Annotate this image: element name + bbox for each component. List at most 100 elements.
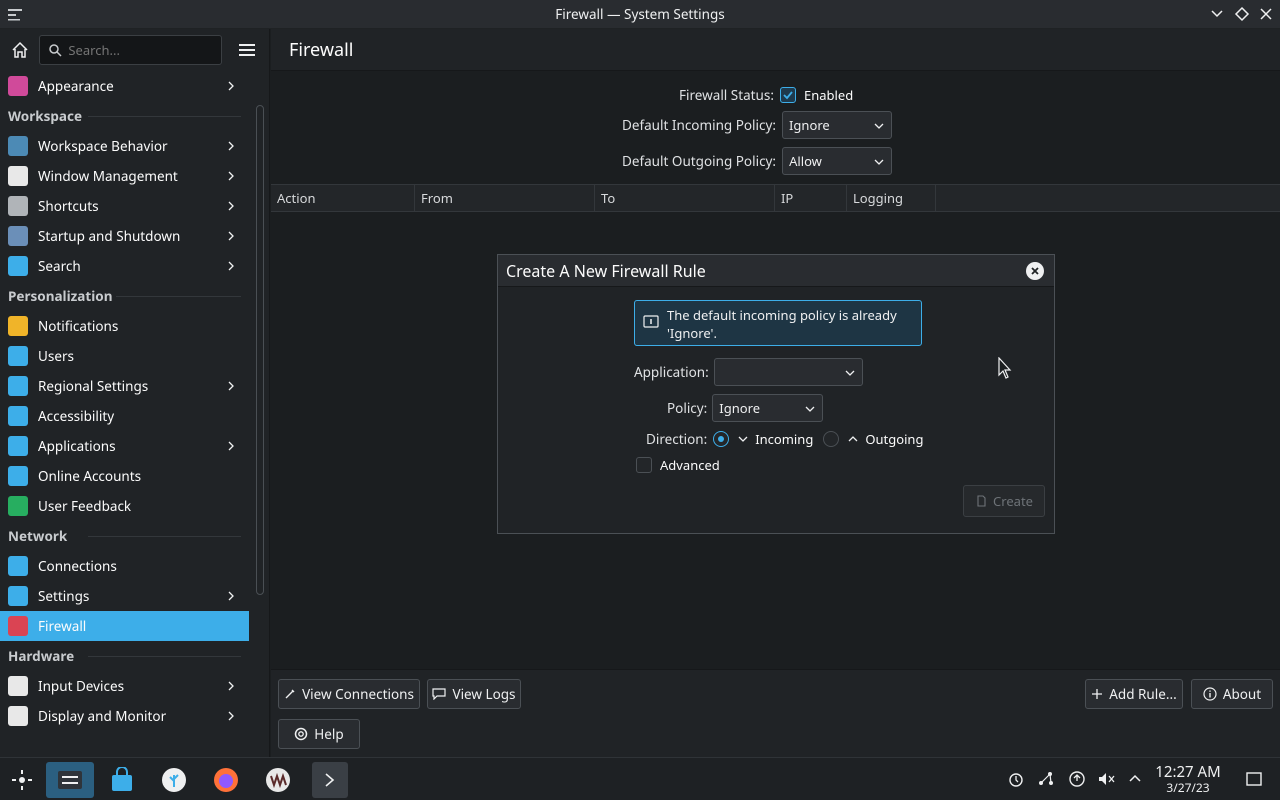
create-label: Create (993, 492, 1033, 510)
sidebar-item-notifications[interactable]: Notifications (0, 311, 249, 341)
alarm-icon[interactable] (1007, 770, 1025, 788)
plus-icon (1092, 689, 1103, 699)
sidebar-item-appearance[interactable]: Appearance (0, 71, 249, 101)
sidebar-item-workspace-behavior[interactable]: Workspace Behavior (0, 131, 249, 161)
add-rule-button[interactable]: Add Rule... (1085, 679, 1183, 709)
minimize-icon[interactable] (1208, 5, 1226, 23)
firefox-icon (214, 768, 238, 792)
app-launcher-button[interactable] (4, 762, 40, 798)
clock[interactable]: 12:27 AM 3/27/23 (1152, 764, 1224, 795)
chevron-right-icon (228, 171, 234, 181)
sidebar-item-shortcuts[interactable]: Shortcuts (0, 191, 249, 221)
sidebar-item-user-feedback[interactable]: User Feedback (0, 491, 249, 521)
hamburger-icon (239, 44, 256, 56)
dialog-close-button[interactable] (1026, 262, 1044, 280)
taskbar-coral[interactable] (156, 762, 192, 798)
appearance-icon (8, 76, 28, 96)
column-logging[interactable]: Logging (847, 185, 936, 211)
sidebar-item-startup-and-shutdown[interactable]: Startup and Shutdown (0, 221, 249, 251)
sidebar-item-label: Input Devices (38, 677, 125, 695)
taskbar-firefox[interactable] (208, 762, 244, 798)
sidebar-item-label: Notifications (38, 317, 119, 335)
advanced-checkbox[interactable] (636, 457, 652, 473)
sidebar-item-users[interactable]: Users (0, 341, 249, 371)
close-window-icon[interactable] (1257, 5, 1275, 23)
add-rule-label: Add Rule... (1109, 685, 1177, 703)
incoming-policy-label: Default Incoming Policy: (622, 116, 777, 134)
chevron-right-icon (228, 231, 234, 241)
policy-select[interactable]: Ignore (712, 394, 824, 422)
window-icon (8, 166, 28, 186)
sidebar-item-input-devices[interactable]: Input Devices (0, 671, 249, 701)
advanced-label: Advanced (660, 456, 720, 474)
outgoing-policy-row: Default Outgoing Policy: Allow (622, 147, 893, 175)
search-field[interactable] (39, 35, 222, 65)
sidebar-item-label: Display and Monitor (38, 707, 167, 725)
globe-icon (8, 556, 28, 576)
firewall-enabled-checkbox[interactable] (779, 87, 796, 103)
volume-muted-icon[interactable] (1097, 770, 1115, 788)
view-logs-label: View Logs (452, 685, 516, 703)
hamburger-menu-button[interactable] (234, 36, 261, 64)
checkmark-icon (783, 91, 793, 100)
info-message: The default incoming policy is already '… (634, 300, 922, 346)
vm-icon (266, 768, 290, 792)
taskbar-discover[interactable] (104, 762, 140, 798)
taskbar-vm-app[interactable] (260, 762, 296, 798)
page-title: Firewall (289, 37, 354, 62)
chevron-down-icon (738, 436, 748, 442)
sidebar-item-regional-settings[interactable]: Regional Settings (0, 371, 249, 401)
column-from[interactable]: From (415, 185, 595, 211)
chevron-up-icon (848, 436, 858, 442)
incoming-label: Incoming (755, 430, 814, 448)
sidebar-item-label: Connections (38, 557, 117, 575)
sidebar-item-display-and-monitor[interactable]: Display and Monitor (0, 701, 249, 731)
firewall-status-label: Firewall Status: (679, 86, 774, 104)
help-button[interactable]: Help (278, 719, 360, 749)
sidebar-scrollbar[interactable] (256, 105, 264, 595)
outgoing-policy-select[interactable]: Allow (782, 147, 893, 175)
show-desktop-icon[interactable] (1245, 770, 1263, 788)
application-select[interactable] (713, 358, 863, 386)
about-button[interactable]: About (1191, 679, 1273, 709)
sidebar-item-firewall[interactable]: Firewall (0, 611, 249, 641)
sidebar-item-settings[interactable]: Settings (0, 581, 249, 611)
sidebar-item-window-management[interactable]: Window Management (0, 161, 249, 191)
chevron-down-icon (805, 406, 815, 412)
search-input[interactable] (68, 41, 219, 59)
sidebar-item-connections[interactable]: Connections (0, 551, 249, 581)
sidebar: Appearance Workspace Workspace Behavior Win… (0, 29, 270, 757)
online-accounts-icon (8, 466, 28, 486)
incoming-radio[interactable] (713, 431, 730, 447)
settings-app-icon (58, 771, 82, 789)
sidebar-item-accessibility[interactable]: Accessibility (0, 401, 249, 431)
chevron-down-icon (874, 159, 884, 165)
policy-label: Policy: (667, 399, 708, 417)
sidebar-item-label: Settings (38, 587, 90, 605)
taskbar-system-settings[interactable] (46, 762, 94, 798)
column-action[interactable]: Action (271, 185, 415, 211)
column-ip[interactable]: IP (775, 185, 847, 211)
incoming-policy-select[interactable]: Ignore (782, 111, 893, 139)
sidebar-item-search[interactable]: Search (0, 251, 249, 281)
window-menu-icon[interactable] (6, 5, 24, 23)
home-button[interactable] (8, 38, 31, 62)
taskbar-terminal[interactable] (312, 762, 348, 798)
outgoing-radio[interactable] (823, 431, 840, 447)
kde-connect-icon[interactable] (1037, 770, 1055, 788)
column-to[interactable]: To (595, 185, 775, 211)
search-icon (49, 44, 62, 57)
info-message-text: The default incoming policy is already '… (667, 306, 897, 342)
rules-table-header: Action From To IP Logging (271, 184, 1280, 212)
create-button[interactable]: Create (963, 485, 1045, 517)
sidebar-item-applications[interactable]: Applications (0, 431, 249, 461)
sidebar-item-online-accounts[interactable]: Online Accounts (0, 461, 249, 491)
network-icon[interactable] (1068, 770, 1086, 788)
mouse-pointer-icon (998, 357, 1012, 379)
outgoing-label: Outgoing (865, 430, 924, 448)
chevron-up-icon[interactable] (1126, 770, 1144, 788)
view-connections-button[interactable]: View Connections (278, 679, 420, 709)
view-logs-button[interactable]: View Logs (427, 679, 521, 709)
search-icon (8, 256, 28, 276)
maximize-icon[interactable] (1233, 5, 1251, 23)
